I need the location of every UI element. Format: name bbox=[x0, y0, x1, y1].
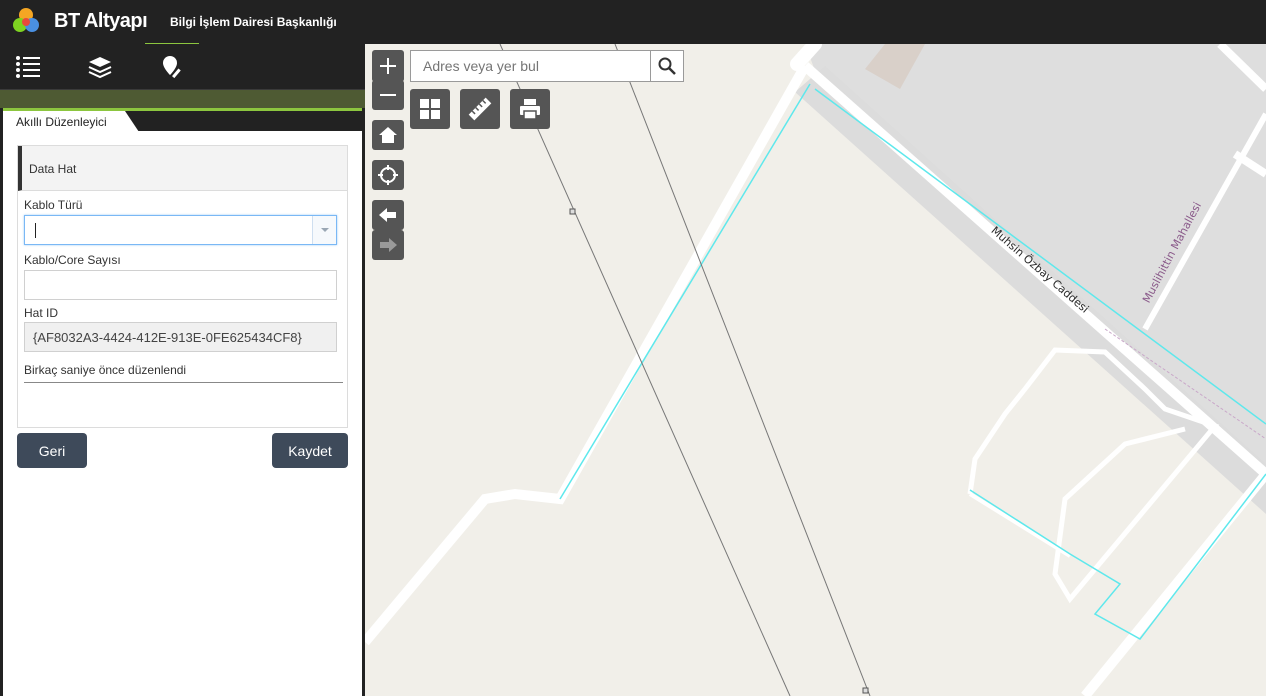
panel-toolbar bbox=[0, 44, 365, 90]
edit-status-text: Birkaç saniye önce düzenlendi bbox=[24, 363, 187, 377]
previous-extent-button[interactable] bbox=[372, 200, 404, 230]
tab-smart-editor[interactable]: Akıllı Düzenleyici bbox=[3, 111, 125, 132]
app-window: BT Altyapı Bilgi İşlem Dairesi Başkanlığ… bbox=[0, 0, 1266, 696]
smart-editor-button[interactable] bbox=[158, 52, 188, 82]
layers-button[interactable] bbox=[85, 52, 115, 82]
search-input[interactable] bbox=[410, 50, 651, 82]
app-title: BT Altyapı bbox=[54, 10, 148, 32]
app-subtitle: Bilgi İşlem Dairesi Başkanlığı bbox=[170, 15, 337, 29]
map-road bbox=[365, 63, 810, 646]
map-boundary-line bbox=[614, 44, 871, 696]
save-button[interactable]: Kaydet bbox=[272, 433, 348, 468]
select-arrow-button[interactable] bbox=[312, 216, 336, 244]
map-road bbox=[968, 492, 1072, 558]
map-vertex bbox=[569, 208, 576, 215]
arrow-right-icon bbox=[380, 238, 397, 252]
core-count-input[interactable] bbox=[24, 270, 337, 300]
map-view[interactable]: Muhsin Özbay Caddesi Muslihittin Mahalle… bbox=[365, 44, 1266, 696]
cable-type-select[interactable] bbox=[24, 215, 337, 245]
next-extent-button[interactable] bbox=[372, 230, 404, 260]
chevron-down-icon bbox=[320, 228, 329, 232]
form-header: Data Hat bbox=[18, 146, 347, 191]
app-logo-icon bbox=[13, 8, 39, 32]
panel-header-bar bbox=[0, 90, 365, 108]
search-button[interactable] bbox=[650, 50, 684, 82]
map-boundary-line bbox=[499, 44, 791, 696]
home-button[interactable] bbox=[372, 120, 404, 150]
grid-icon bbox=[420, 99, 440, 119]
locate-button[interactable] bbox=[372, 160, 404, 190]
search-icon bbox=[658, 57, 676, 75]
header-bar: BT Altyapı Bilgi İşlem Dairesi Başkanlığ… bbox=[0, 0, 1266, 46]
list-icon bbox=[16, 56, 40, 78]
tab-edge bbox=[125, 111, 139, 132]
form-title: Data Hat bbox=[29, 162, 77, 176]
back-button[interactable]: Geri bbox=[17, 433, 87, 468]
line-id-label: Hat ID bbox=[24, 306, 59, 320]
left-panel: Akıllı Düzenleyici Data Hat Kablo Türü K… bbox=[0, 44, 365, 696]
map-vertex bbox=[862, 687, 869, 694]
layers-icon bbox=[88, 57, 112, 79]
text-cursor bbox=[35, 223, 36, 238]
cable-type-label: Kablo Türü bbox=[24, 198, 83, 212]
minus-icon bbox=[380, 94, 396, 96]
line-id-field: {AF8032A3-4424-412E-913E-0FE625434CF8} bbox=[24, 322, 337, 352]
attribute-form: Data Hat Kablo Türü Kablo/Core Sayısı Ha… bbox=[17, 145, 348, 428]
locate-icon bbox=[378, 165, 398, 185]
cable-line bbox=[969, 473, 1266, 640]
zoom-out-button[interactable] bbox=[372, 80, 404, 110]
map-road bbox=[1081, 470, 1266, 696]
basemap-gallery-button[interactable] bbox=[410, 89, 450, 129]
map-canvas[interactable] bbox=[365, 44, 1266, 696]
legend-list-button[interactable] bbox=[13, 52, 43, 82]
printer-icon bbox=[520, 99, 540, 120]
core-count-label: Kablo/Core Sayısı bbox=[24, 253, 121, 267]
plus-icon bbox=[380, 58, 396, 74]
arrow-left-icon bbox=[379, 208, 396, 222]
print-button[interactable] bbox=[510, 89, 550, 129]
zoom-in-button[interactable] bbox=[372, 50, 404, 82]
cable-line bbox=[559, 83, 811, 500]
home-icon bbox=[379, 127, 397, 143]
measure-button[interactable] bbox=[460, 89, 500, 129]
edit-pin-icon bbox=[163, 56, 181, 79]
status-divider bbox=[24, 382, 343, 383]
ruler-icon bbox=[468, 97, 492, 121]
